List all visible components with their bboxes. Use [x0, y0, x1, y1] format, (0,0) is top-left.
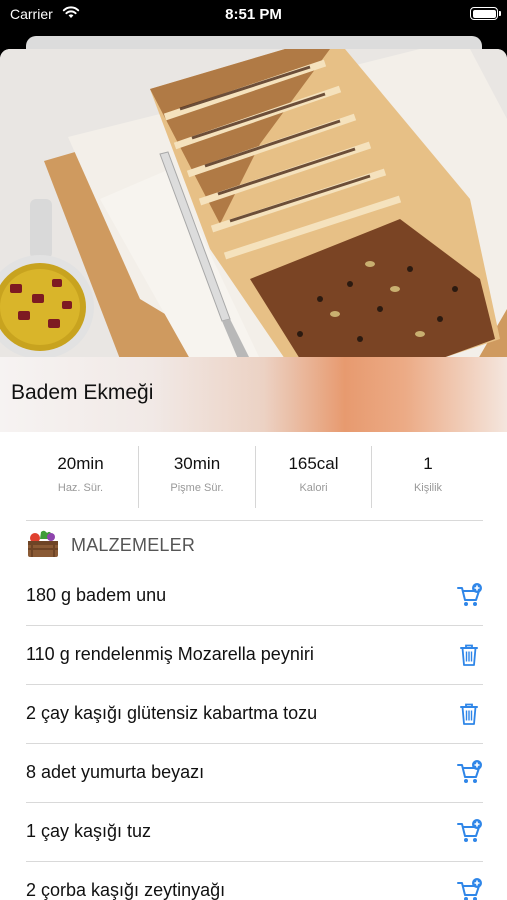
- ingredient-text: 110 g rendelenmiş Mozarella peyniri: [26, 644, 314, 664]
- ingredient-row: 2 çorba kaşığı zeytinyağı: [26, 862, 483, 900]
- recipe-detail-sheet: Badem Ekmeği 20min Haz. Sür. 30min Pişme…: [0, 49, 507, 900]
- trash-icon[interactable]: [455, 700, 483, 728]
- battery-icon: [470, 7, 501, 20]
- add-to-cart-icon[interactable]: [455, 818, 483, 846]
- stat-value: 20min: [57, 454, 104, 473]
- ingredient-text: 8 adet yumurta beyazı: [26, 762, 205, 782]
- ingredient-text: 2 çay kaşığı glütensiz kabartma tozu: [26, 703, 318, 723]
- stat-value: 30min: [173, 454, 221, 473]
- add-to-cart-icon[interactable]: [455, 877, 483, 900]
- stat-label: Haz. Sür.: [57, 482, 104, 494]
- ingredient-row: 110 g rendelenmiş Mozarella peyniri: [26, 626, 483, 685]
- stat-label: Kişilik: [413, 482, 443, 494]
- vegetable-crate-icon: [28, 530, 58, 557]
- add-to-cart-icon[interactable]: [455, 759, 483, 787]
- stat-servings: 1 Kişilik: [372, 446, 484, 508]
- stat-label: Pişme Sür.: [170, 482, 224, 494]
- ingredient-row: 180 g badem unu: [26, 567, 483, 626]
- ingredient-row: 1 çay kaşığı tuz: [26, 803, 483, 862]
- trash-icon[interactable]: [455, 641, 483, 669]
- stat-value: 165cal: [288, 454, 339, 473]
- ingredient-text: 2 çorba kaşığı zeytinyağı: [26, 880, 226, 900]
- stat-prep-time: 20min Haz. Sür.: [23, 446, 138, 508]
- section-title: MALZEMELER: [71, 535, 196, 555]
- recipe-photo: [0, 49, 507, 359]
- section-divider: [26, 520, 483, 521]
- ingredient-text: 180 g badem unu: [26, 585, 167, 605]
- recipe-stats: 20min Haz. Sür. 30min Pişme Sür. 165cal …: [23, 446, 484, 508]
- stat-calories: 165cal Kalori: [256, 446, 371, 508]
- ingredient-text: 1 çay kaşığı tuz: [26, 821, 152, 841]
- status-time: 8:51 PM: [225, 6, 282, 23]
- recipe-hero: Badem Ekmeği: [0, 49, 507, 432]
- ingredient-row: 2 çay kaşığı glütensiz kabartma tozu: [26, 685, 483, 744]
- add-to-cart-icon[interactable]: [455, 582, 483, 610]
- ingredient-row: 8 adet yumurta beyazı: [26, 744, 483, 803]
- stat-cook-time: 30min Pişme Sür.: [139, 446, 255, 508]
- stat-value: 1: [423, 454, 433, 473]
- stat-label: Kalori: [299, 482, 328, 494]
- recipe-title: Badem Ekmeği: [11, 381, 154, 404]
- status-bar: Carrier 8:51 PM: [0, 0, 507, 30]
